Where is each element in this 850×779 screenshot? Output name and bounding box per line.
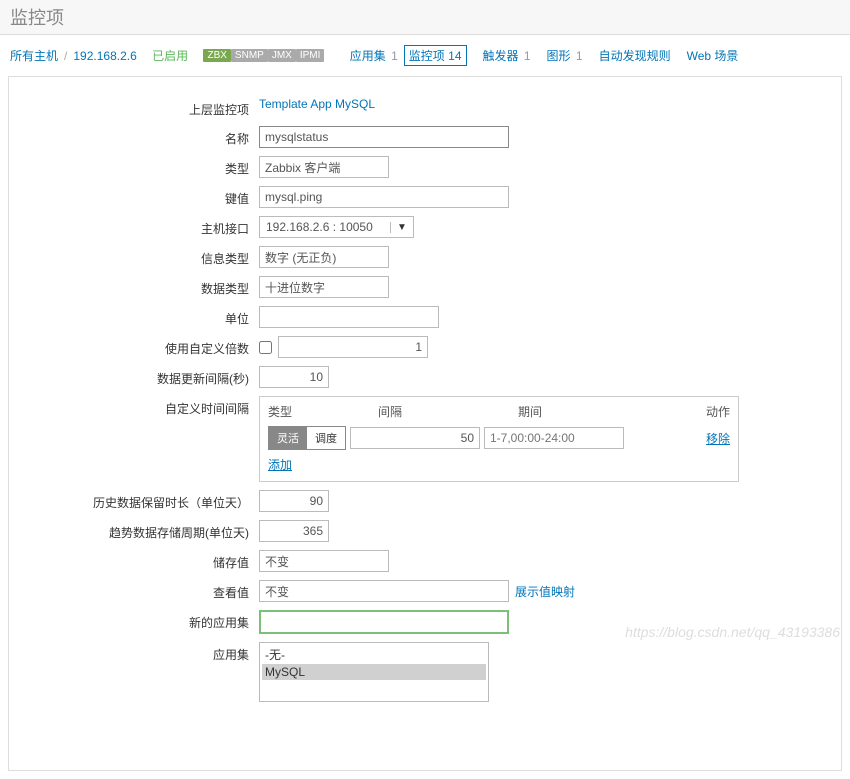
tab-items[interactable]: 监控项 14 [404, 45, 467, 66]
toggle-scheduling[interactable]: 调度 [307, 427, 345, 449]
data-label: 数据类型 [29, 276, 259, 297]
toggle-flexible[interactable]: 灵活 [269, 427, 307, 449]
breadcrumb-host-ip[interactable]: 192.168.2.6 [73, 49, 136, 63]
name-label: 名称 [29, 126, 259, 147]
interval-header: 类型 间隔 期间 动作 [268, 403, 730, 420]
ih-interval: 间隔 [378, 403, 518, 420]
hostif-select[interactable]: 192.168.2.6 : 10050 ▼ [259, 216, 414, 238]
tab-web[interactable]: Web 场景 [687, 47, 739, 64]
parent-value-link[interactable]: Template App MySQL [259, 97, 375, 111]
info-select[interactable] [259, 246, 389, 268]
store-label: 储存值 [29, 550, 259, 571]
interval-add-link[interactable]: 添加 [268, 458, 292, 472]
interval-value-input[interactable] [350, 427, 480, 449]
newapp-input[interactable] [259, 610, 509, 634]
data-select[interactable] [259, 276, 389, 298]
key-input[interactable] [259, 186, 509, 208]
interval-remove-link[interactable]: 移除 [706, 430, 730, 447]
interval-input[interactable] [259, 366, 329, 388]
type-select[interactable] [259, 156, 389, 178]
ih-period: 期间 [518, 403, 668, 420]
apps-option-mysql[interactable]: MySQL [262, 664, 486, 680]
mult-checkbox[interactable] [259, 341, 272, 354]
mult-input [278, 336, 428, 358]
trend-input[interactable] [259, 520, 329, 542]
history-input[interactable] [259, 490, 329, 512]
ih-type: 类型 [268, 403, 378, 420]
hostif-value: 192.168.2.6 : 10050 [260, 217, 390, 237]
apps-option-none[interactable]: -无- [262, 645, 486, 664]
form-container: 上层监控项 Template App MySQL 名称 类型 键值 主机接口 1… [8, 76, 842, 771]
apps-listbox[interactable]: -无- MySQL [259, 642, 489, 702]
breadcrumb-sep: / [64, 49, 67, 63]
info-label: 信息类型 [29, 246, 259, 267]
store-select[interactable] [259, 550, 389, 572]
interval-label: 数据更新间隔(秒) [29, 366, 259, 387]
view-label: 查看值 [29, 580, 259, 601]
custom-interval-label: 自定义时间间隔 [29, 396, 259, 417]
interval-row: 灵活 调度 移除 [268, 426, 730, 450]
mult-label: 使用自定义倍数 [29, 336, 259, 357]
key-label: 键值 [29, 186, 259, 207]
badge-snmp: SNMP [231, 49, 268, 62]
interval-toggle[interactable]: 灵活 调度 [268, 426, 346, 450]
tab-triggers[interactable]: 触发器 1 [483, 47, 531, 64]
apps-label: 应用集 [29, 642, 259, 663]
interval-period-input[interactable] [484, 427, 624, 449]
tab-graphs[interactable]: 图形 1 [547, 47, 583, 64]
name-input[interactable] [259, 126, 509, 148]
history-label: 历史数据保留时长（单位天） [29, 490, 259, 511]
breadcrumb: 所有主机 / 192.168.2.6 已启用 ZBX SNMP JMX IPMI… [0, 35, 850, 76]
protocol-badges: ZBX SNMP JMX IPMI [203, 49, 324, 62]
interval-box: 类型 间隔 期间 动作 灵活 调度 移除 添加 [259, 396, 739, 482]
tab-apps[interactable]: 应用集 1 [350, 47, 398, 64]
status-enabled: 已启用 [152, 47, 188, 64]
view-select[interactable] [259, 580, 509, 602]
trend-label: 趋势数据存储周期(单位天) [29, 520, 259, 541]
chevron-down-icon: ▼ [390, 222, 413, 233]
ih-action: 动作 [668, 403, 730, 420]
type-label: 类型 [29, 156, 259, 177]
watermark: https://blog.csdn.net/qq_43193386 [625, 624, 840, 640]
badge-zbx: ZBX [203, 49, 230, 62]
hostif-label: 主机接口 [29, 216, 259, 237]
valuemap-link[interactable]: 展示值映射 [515, 583, 575, 600]
badge-jmx: JMX [268, 49, 296, 62]
unit-label: 单位 [29, 306, 259, 327]
parent-label: 上层监控项 [29, 97, 259, 118]
page-title: 监控项 [0, 0, 850, 35]
newapp-label: 新的应用集 [29, 610, 259, 631]
unit-input[interactable] [259, 306, 439, 328]
badge-ipmi: IPMI [296, 49, 325, 62]
tab-discovery[interactable]: 自动发现规则 [599, 47, 671, 64]
breadcrumb-all-hosts[interactable]: 所有主机 [10, 47, 58, 64]
